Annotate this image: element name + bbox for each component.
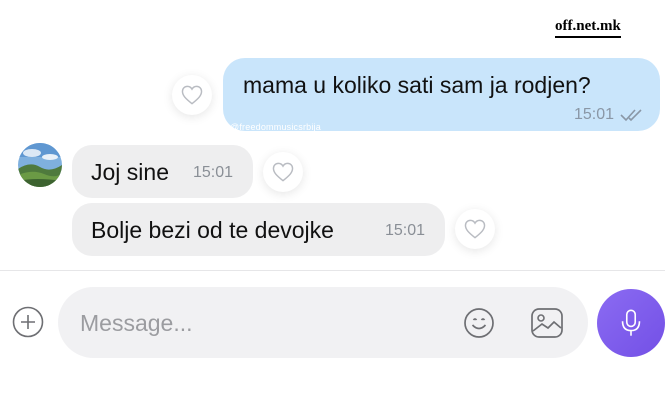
avatar-landscape-image (18, 143, 62, 187)
gallery-icon (531, 308, 563, 338)
site-watermark: off.net.mk (555, 18, 621, 38)
emoji-icon (464, 308, 494, 338)
double-check-icon (620, 109, 642, 122)
message-text: Bolje bezi od te devojke (91, 217, 334, 243)
message-input[interactable] (78, 305, 442, 341)
like-button[interactable] (263, 152, 303, 192)
avatar[interactable] (18, 143, 62, 187)
outgoing-message[interactable]: mama u koliko sati sam ja rodjen? 15:01 (223, 58, 660, 131)
attach-button[interactable] (12, 306, 44, 338)
gallery-button[interactable] (530, 307, 564, 339)
heart-icon (464, 219, 486, 239)
incoming-message[interactable]: Bolje bezi od te devojke 15:01 (72, 203, 445, 256)
message-time: 15:01 (385, 222, 426, 239)
heart-icon (272, 162, 294, 182)
incoming-message[interactable]: Joj sine 15:01 (72, 145, 253, 198)
heart-icon (181, 85, 203, 105)
handle-watermark: @freedommusicsrbija (230, 122, 321, 132)
message-composer (58, 287, 588, 358)
plus-icon (12, 306, 44, 338)
like-button[interactable] (172, 75, 212, 115)
microphone-icon (621, 309, 641, 336)
message-text: Joj sine (91, 159, 169, 185)
message-text: mama u koliko sati sam ja rodjen? (243, 72, 591, 98)
message-time: 15:01 (193, 164, 234, 181)
composer-divider (0, 270, 665, 271)
message-time: 15:01 (573, 106, 614, 123)
like-button[interactable] (455, 209, 495, 249)
emoji-button[interactable] (463, 307, 495, 339)
voice-message-button[interactable] (597, 289, 665, 357)
